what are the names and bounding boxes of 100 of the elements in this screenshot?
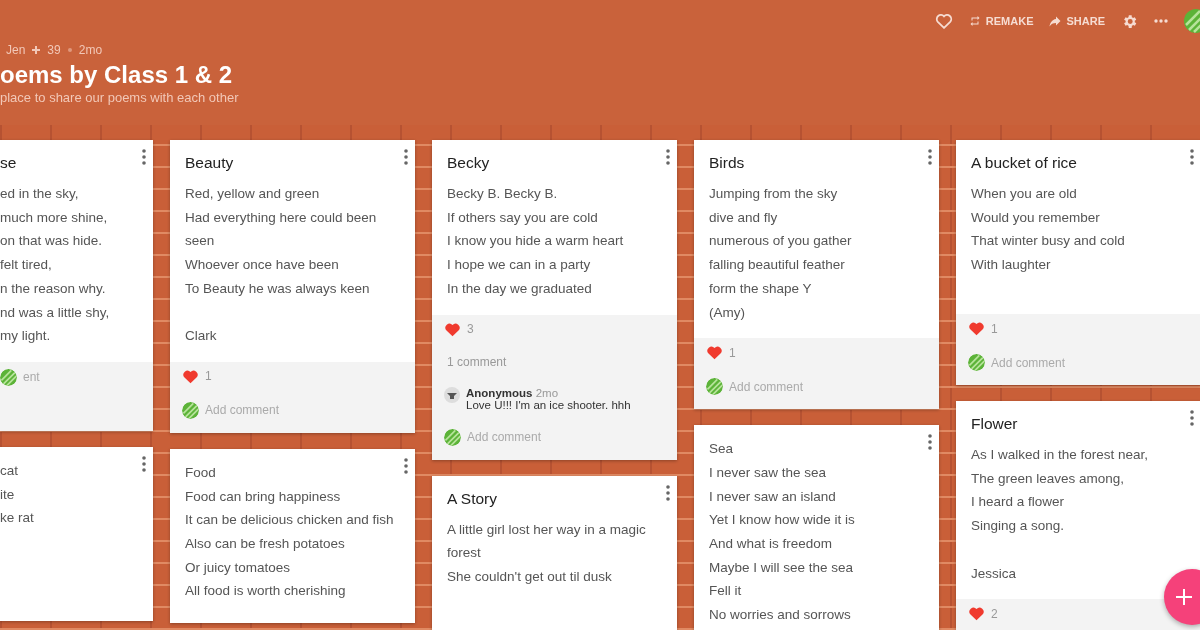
comment-author: Anonymous [466,386,533,399]
plus-icon [1176,589,1192,605]
post-title: Birds [709,153,746,173]
poem-line: Whoever once have been [185,256,340,275]
poem-line: And what is freedom [709,535,834,554]
like-count: 1 [729,345,736,360]
poem-line: In the day we graduated [447,279,593,298]
poem-line: Had everything here could been seen [185,208,378,251]
author-name[interactable]: Jen [6,43,26,57]
add-comment-field[interactable]: ent [23,370,40,385]
commenter-avatar-icon [444,386,460,403]
poem-line: A little girl lost her way in a magic forest [447,520,647,563]
settings-button[interactable] [1121,12,1138,30]
more-vertical-icon[interactable] [1190,149,1194,165]
add-comment-field[interactable]: Add comment [205,403,280,418]
heart-outline-icon [934,13,953,29]
poem-line: I heard a flower [971,493,1066,512]
more-button[interactable] [1154,19,1168,23]
poem-line: The green leaves among, [971,469,1126,488]
poem-line: That winter busy and cold [971,232,1126,251]
comment-text: Love U!!! I'm an ice shooter. hhh [466,398,631,411]
more-vertical-icon[interactable] [1190,410,1194,426]
heart-icon[interactable] [444,321,461,337]
poem-line: felt tired, [0,256,53,275]
poem-line: falling beautiful feather [709,256,846,275]
heart-icon[interactable] [182,368,199,384]
poem-line: As I walked in the forest near, [971,446,1150,464]
poem-line: Yet I know how wide it is [709,511,856,530]
more-vertical-icon[interactable] [404,149,408,165]
poem-line: n the reason why. [0,279,107,298]
poem-line: ke rat [0,509,35,528]
plus-icon [32,46,41,54]
separator-dot-icon [67,48,72,52]
settings-icon [1121,12,1138,30]
poem-line: dive and fly [709,208,779,227]
more-vertical-icon[interactable] [666,484,670,501]
poem-line: I hope we can in a party [447,256,592,275]
more-vertical-icon[interactable] [142,455,146,472]
contributor-count: 39 [47,43,61,57]
add-comment-field[interactable]: Add comment [991,355,1066,370]
poem-line: ed in the sky, [0,185,80,203]
heart-icon[interactable] [968,606,985,622]
share-icon [1049,15,1062,27]
heart-icon[interactable] [968,321,985,336]
like-button[interactable] [934,13,953,29]
avatar-icon [706,378,723,396]
post-title: Becky [447,153,491,173]
poem-line: Becky B. Becky B. [447,185,559,203]
wall-description: place to share our poems with each other [0,90,240,105]
poem-line: With laughter [971,256,1052,275]
add-comment-field[interactable]: Add comment [729,379,804,394]
add-comment-field[interactable]: Add comment [467,430,542,444]
poem-line: If others say you are cold [447,208,599,227]
more-vertical-icon[interactable] [142,149,146,165]
poem-line: Would you remember [971,208,1101,227]
poem-line: Or juicy tomatoes [185,558,292,577]
post-title: Beauty [185,153,235,173]
poem-line: much more shine, [0,208,109,227]
more-icon [1154,19,1168,23]
poem-line: Also can be fresh potatoes [185,535,346,553]
comment-age: 2mo [535,386,559,399]
poem-line: nd was a little shy, [0,303,111,322]
repeat-icon [968,15,981,27]
like-count: 1 [991,321,998,336]
poem-line: Food can bring happiness [185,487,342,506]
poem-line: cat [0,461,19,480]
poem-signature: Clark [185,327,218,346]
poem-line: When you are old [971,185,1078,203]
poem-line: Jumping from the sky [709,185,839,203]
share-button[interactable]: SHARE [1049,15,1105,27]
more-vertical-icon[interactable] [404,457,408,474]
like-count: 1 [205,369,212,384]
more-vertical-icon[interactable] [928,434,932,451]
poem-line: my light. [0,327,52,346]
poem-line: Red, yellow and green [185,185,321,203]
avatar-icon [182,401,199,419]
wall-title: oems by Class 1 & 2 [0,60,234,90]
heart-icon[interactable] [706,345,723,361]
poem-line: Sea [709,440,735,459]
more-vertical-icon[interactable] [928,149,932,165]
poem-line: It can be delicious chicken and fish [185,511,395,530]
like-count: 2 [991,606,998,621]
poem-line: I never saw an island [709,487,837,506]
comment-count: 1 comment [446,354,508,369]
poem-signature: Jessica [971,564,1017,583]
more-vertical-icon[interactable] [666,149,670,165]
poem-line: numerous of you gather [709,232,853,251]
poem-line: form the shape Y [709,279,813,298]
poem-line: I never saw the sea [709,463,828,482]
poem-line: To Beauty he was always keen [185,279,371,298]
post-age: 2mo [78,43,103,57]
poem-line: All food is worth cherishing [185,582,347,601]
poem-line: Maybe I will see the sea [709,558,855,577]
poem-line: She couldn't get out til dusk [447,567,613,586]
poem-line: on that was hide. [0,232,104,251]
like-count: 3 [467,322,474,336]
remake-button[interactable]: REMAKE [968,15,1034,27]
post-title: A Story [447,488,498,509]
avatar-icon [0,368,17,386]
poem-line: I know you hide a warm heart [447,232,625,251]
